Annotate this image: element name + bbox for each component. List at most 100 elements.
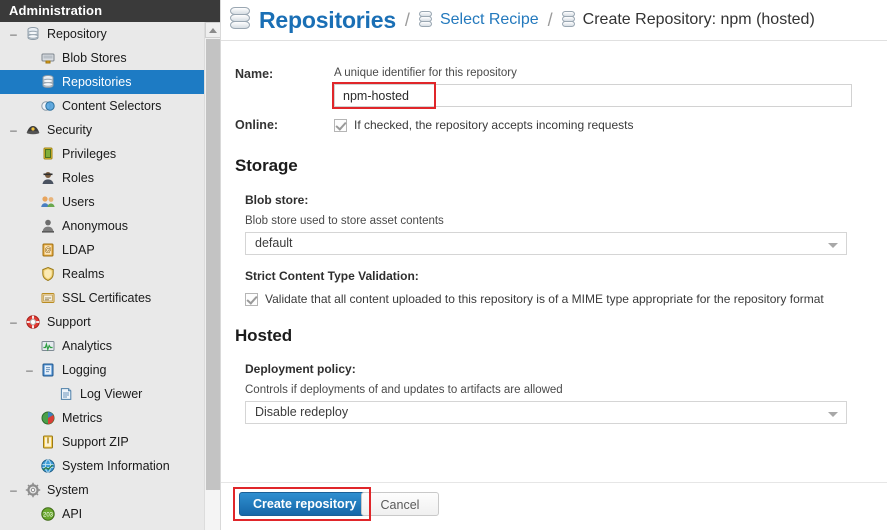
sidebar-nav-list: – Repository Blob Stores Repositories Conten… [0,22,220,530]
sidebar-item-label: SSL Certificates [62,291,152,305]
scrollbar-track-bottom[interactable] [205,490,220,530]
sidebar-item-label: Roles [62,171,94,185]
deployment-policy-helper-text: Controls if deployments of and updates t… [245,384,563,396]
metrics-pie-icon [40,410,56,426]
sidebar-item-repository[interactable]: – Repository [0,22,220,46]
log-viewer-icon [58,386,74,402]
cancel-button[interactable]: Cancel [361,492,439,516]
scrollbar-thumb[interactable] [206,39,220,490]
sidebar-item-label: Anonymous [62,219,129,233]
sidebar-item-system-information[interactable]: System Information [0,454,220,478]
sidebar-item-security[interactable]: – Security [0,118,220,142]
blob-store-icon [40,50,56,66]
sidebar-item-realms[interactable]: Realms [0,262,220,286]
breadcrumb-link-label[interactable]: Select Recipe [440,11,539,29]
sidebar-item-analytics[interactable]: Analytics [0,334,220,358]
sidebar-item-label: Support ZIP [62,435,129,449]
sidebar-item-label: Support [47,315,91,329]
repository-name-input[interactable] [334,84,852,107]
deployment-policy-selected-value: Disable redeploy [255,405,349,419]
database-icon-small [561,10,577,30]
sidebar-scrollbar[interactable] [204,22,220,530]
svg-text:@: @ [44,247,51,254]
online-checkbox-label: If checked, the repository accepts incom… [354,118,634,132]
blob-store-selected-value: default [255,236,293,250]
sidebar-header-administration: Administration [0,0,220,22]
sidebar-item-label: Realms [62,267,105,281]
sidebar-item-support[interactable]: – Support [0,310,220,334]
tree-toggle-collapse-icon[interactable]: – [8,316,19,328]
sidebar-item-system[interactable]: – System [0,478,220,502]
database-icon [25,26,41,42]
sidebar-item-ssl-certificates[interactable]: SSL Certificates [0,286,220,310]
content-selector-icon [40,98,56,114]
sidebar-item-label: Metrics [62,411,103,425]
sidebar-item-ldap[interactable]: @ LDAP [0,238,220,262]
gear-icon [25,482,41,498]
privileges-icon [40,146,56,162]
scrollbar-up-arrow-icon[interactable] [205,22,220,38]
tree-toggle-collapse-icon[interactable]: – [8,28,19,40]
sidebar-item-label: System Information [62,459,170,473]
sidebar-item-label: Blob Stores [62,51,127,65]
sidebar-item-label: System [47,483,89,497]
sidebar-item-privileges[interactable]: Privileges [0,142,220,166]
analytics-icon [40,338,56,354]
users-icon [40,194,56,210]
sidebar-item-label: Analytics [62,339,113,353]
database-icon [230,7,252,33]
sidebar-item-log-viewer[interactable]: Log Viewer [0,382,220,406]
sidebar-item-label: Users [62,195,95,209]
tree-toggle-collapse-icon[interactable]: – [24,364,35,376]
database-icon [40,74,56,90]
database-icon-small [418,10,434,30]
hosted-heading: Hosted [235,326,293,345]
breadcrumb-item-repositories[interactable]: Repositories [230,7,396,34]
logging-book-icon [40,362,56,378]
strict-validation-checkbox-row[interactable]: Validate that all content uploaded to th… [245,283,887,306]
blob-store-select[interactable]: default [245,232,847,255]
breadcrumb-item-select-recipe[interactable]: Select Recipe [418,10,539,30]
sidebar-item-blob-stores[interactable]: Blob Stores [0,46,220,70]
hosted-section: Hosted Deployment policy: Controls if de… [221,306,887,424]
sidebar-item-label: LDAP [62,243,95,257]
sidebar-item-content-selectors[interactable]: Content Selectors [0,94,220,118]
api-icon: 203 [40,506,56,522]
create-repository-form: Name: A unique identifier for this repos… [221,41,887,482]
lifebuoy-icon [25,314,41,330]
breadcrumb-separator-1: / [404,9,410,30]
chevron-down-icon[interactable] [828,243,838,248]
system-information-icon [40,458,56,474]
sidebar-item-metrics[interactable]: Metrics [0,406,220,430]
strict-validation-checkbox[interactable] [245,292,258,306]
form-row-online: Online: If checked, the repository accep… [221,107,887,132]
sidebar-item-label: Logging [62,363,107,377]
online-field-label: Online: [235,118,279,132]
form-row-name: Name: A unique identifier for this repos… [221,41,887,109]
sidebar-item-users[interactable]: Users [0,190,220,214]
name-helper-text: A unique identifier for this repository [334,67,517,79]
form-footer: Create repository Cancel [221,482,887,530]
tree-toggle-collapse-icon[interactable]: – [8,484,19,496]
sidebar-item-api[interactable]: 203 API [0,502,220,526]
nexus-repository-manager-window: Administration – Repository Blob Stores Rep… [0,0,887,530]
chevron-down-icon[interactable] [828,412,838,417]
sidebar-item-roles[interactable]: Roles [0,166,220,190]
deployment-policy-select[interactable]: Disable redeploy [245,401,847,424]
support-zip-icon [40,434,56,450]
breadcrumb: Repositories / Select Recipe / Create Re… [221,0,887,41]
sidebar-item-support-zip[interactable]: Support ZIP [0,430,220,454]
roles-icon [40,170,56,186]
create-repository-button[interactable]: Create repository [239,492,371,516]
breadcrumb-item-current: Create Repository: npm (hosted) [561,10,815,30]
sidebar-item-repositories[interactable]: Repositories [0,70,220,94]
sidebar-item-logging[interactable]: – Logging [0,358,220,382]
online-checkbox-row[interactable]: If checked, the repository accepts incom… [334,118,887,132]
sidebar: Administration – Repository Blob Stores Rep… [0,0,220,530]
realms-shield-icon [40,266,56,282]
tree-toggle-collapse-icon[interactable]: – [8,124,19,136]
main-content: Repositories / Select Recipe / Create Re… [220,0,887,530]
sidebar-item-anonymous[interactable]: Anonymous [0,214,220,238]
sidebar-item-label: Log Viewer [80,387,143,401]
online-checkbox[interactable] [334,118,347,132]
